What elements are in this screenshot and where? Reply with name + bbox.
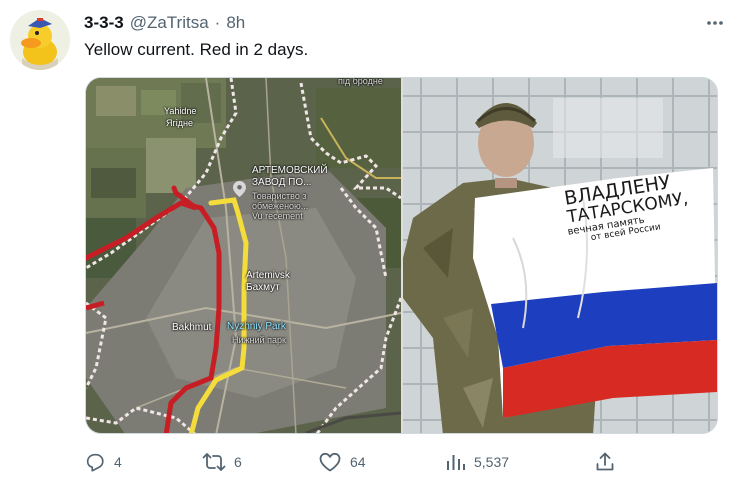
- retweet-button[interactable]: 6: [202, 448, 242, 476]
- views-icon: [447, 455, 465, 470]
- avatar[interactable]: [10, 10, 70, 70]
- tweet-actions: 4 6 64 5,537: [84, 448, 624, 476]
- man-with-flag-photo-graphic: [403, 78, 717, 433]
- map-label-yahidne-en: Yahidne: [164, 106, 197, 116]
- tweet-card[interactable]: 3-3-3 @ZaTritsa · 8h Yellow current. Red…: [0, 0, 742, 492]
- map-label-factory-line2: ЗАВОД ПО...: [252, 177, 312, 188]
- photo-image[interactable]: ВЛАДЛЕНУ ТАТАРСКОМУ, вечная память от вс…: [403, 78, 717, 433]
- satellite-map-graphic: [86, 78, 401, 433]
- reply-count: 4: [114, 454, 122, 470]
- reply-button[interactable]: 4: [84, 448, 122, 476]
- like-count: 64: [350, 454, 366, 470]
- map-label-artemivsk: Artemivsk: [246, 270, 290, 281]
- more-options-button[interactable]: [702, 10, 728, 36]
- map-label-nyzhniy-park: Nyzhniy Park: [227, 321, 286, 332]
- map-label-top-edge: під бродне: [338, 78, 383, 86]
- reply-icon: [86, 453, 104, 472]
- tweet-text: Yellow current. Red in 2 days.: [84, 40, 309, 59]
- header-separator: ·: [214, 13, 221, 32]
- map-label-factory-line4: обмеженою...: [252, 201, 309, 211]
- map-label-factory-line3: Товариство з: [252, 191, 307, 201]
- map-image[interactable]: під бродне Yahidne Ягідне АРТЕМОВСКИЙ ЗА…: [86, 78, 401, 433]
- retweet-icon: [202, 453, 226, 471]
- views-button[interactable]: 5,537: [444, 448, 509, 476]
- map-label-bakhmut-uk: Бахмут: [246, 282, 280, 293]
- author-name[interactable]: 3-3-3: [84, 13, 124, 33]
- heart-icon: [319, 452, 341, 472]
- map-label-bakhmut-en: Bakhmut: [172, 322, 212, 333]
- map-label-nyzhniy-park-ru: Нижний парк: [232, 335, 286, 345]
- retweet-count: 6: [234, 454, 242, 470]
- tweet-timestamp[interactable]: 8h: [226, 13, 245, 33]
- tweet-header: 3-3-3 @ZaTritsa · 8h: [84, 12, 245, 34]
- duck-avatar-image: [10, 10, 70, 70]
- more-icon: [707, 21, 723, 25]
- map-label-factory-line5: Vu recement: [252, 211, 303, 221]
- map-pin-icon[interactable]: [233, 181, 246, 197]
- map-label-yahidne-uk: Ягідне: [166, 118, 194, 128]
- share-icon: [596, 452, 614, 471]
- views-count: 5,537: [474, 454, 510, 470]
- map-label-factory-line1: АРТЕМОВСКИЙ: [252, 165, 328, 176]
- share-button[interactable]: [594, 448, 616, 476]
- author-handle[interactable]: @ZaTritsa: [130, 13, 209, 33]
- tweet-media[interactable]: під бродне Yahidne Ягідне АРТЕМОВСКИЙ ЗА…: [85, 77, 718, 434]
- like-button[interactable]: 64: [318, 448, 366, 476]
